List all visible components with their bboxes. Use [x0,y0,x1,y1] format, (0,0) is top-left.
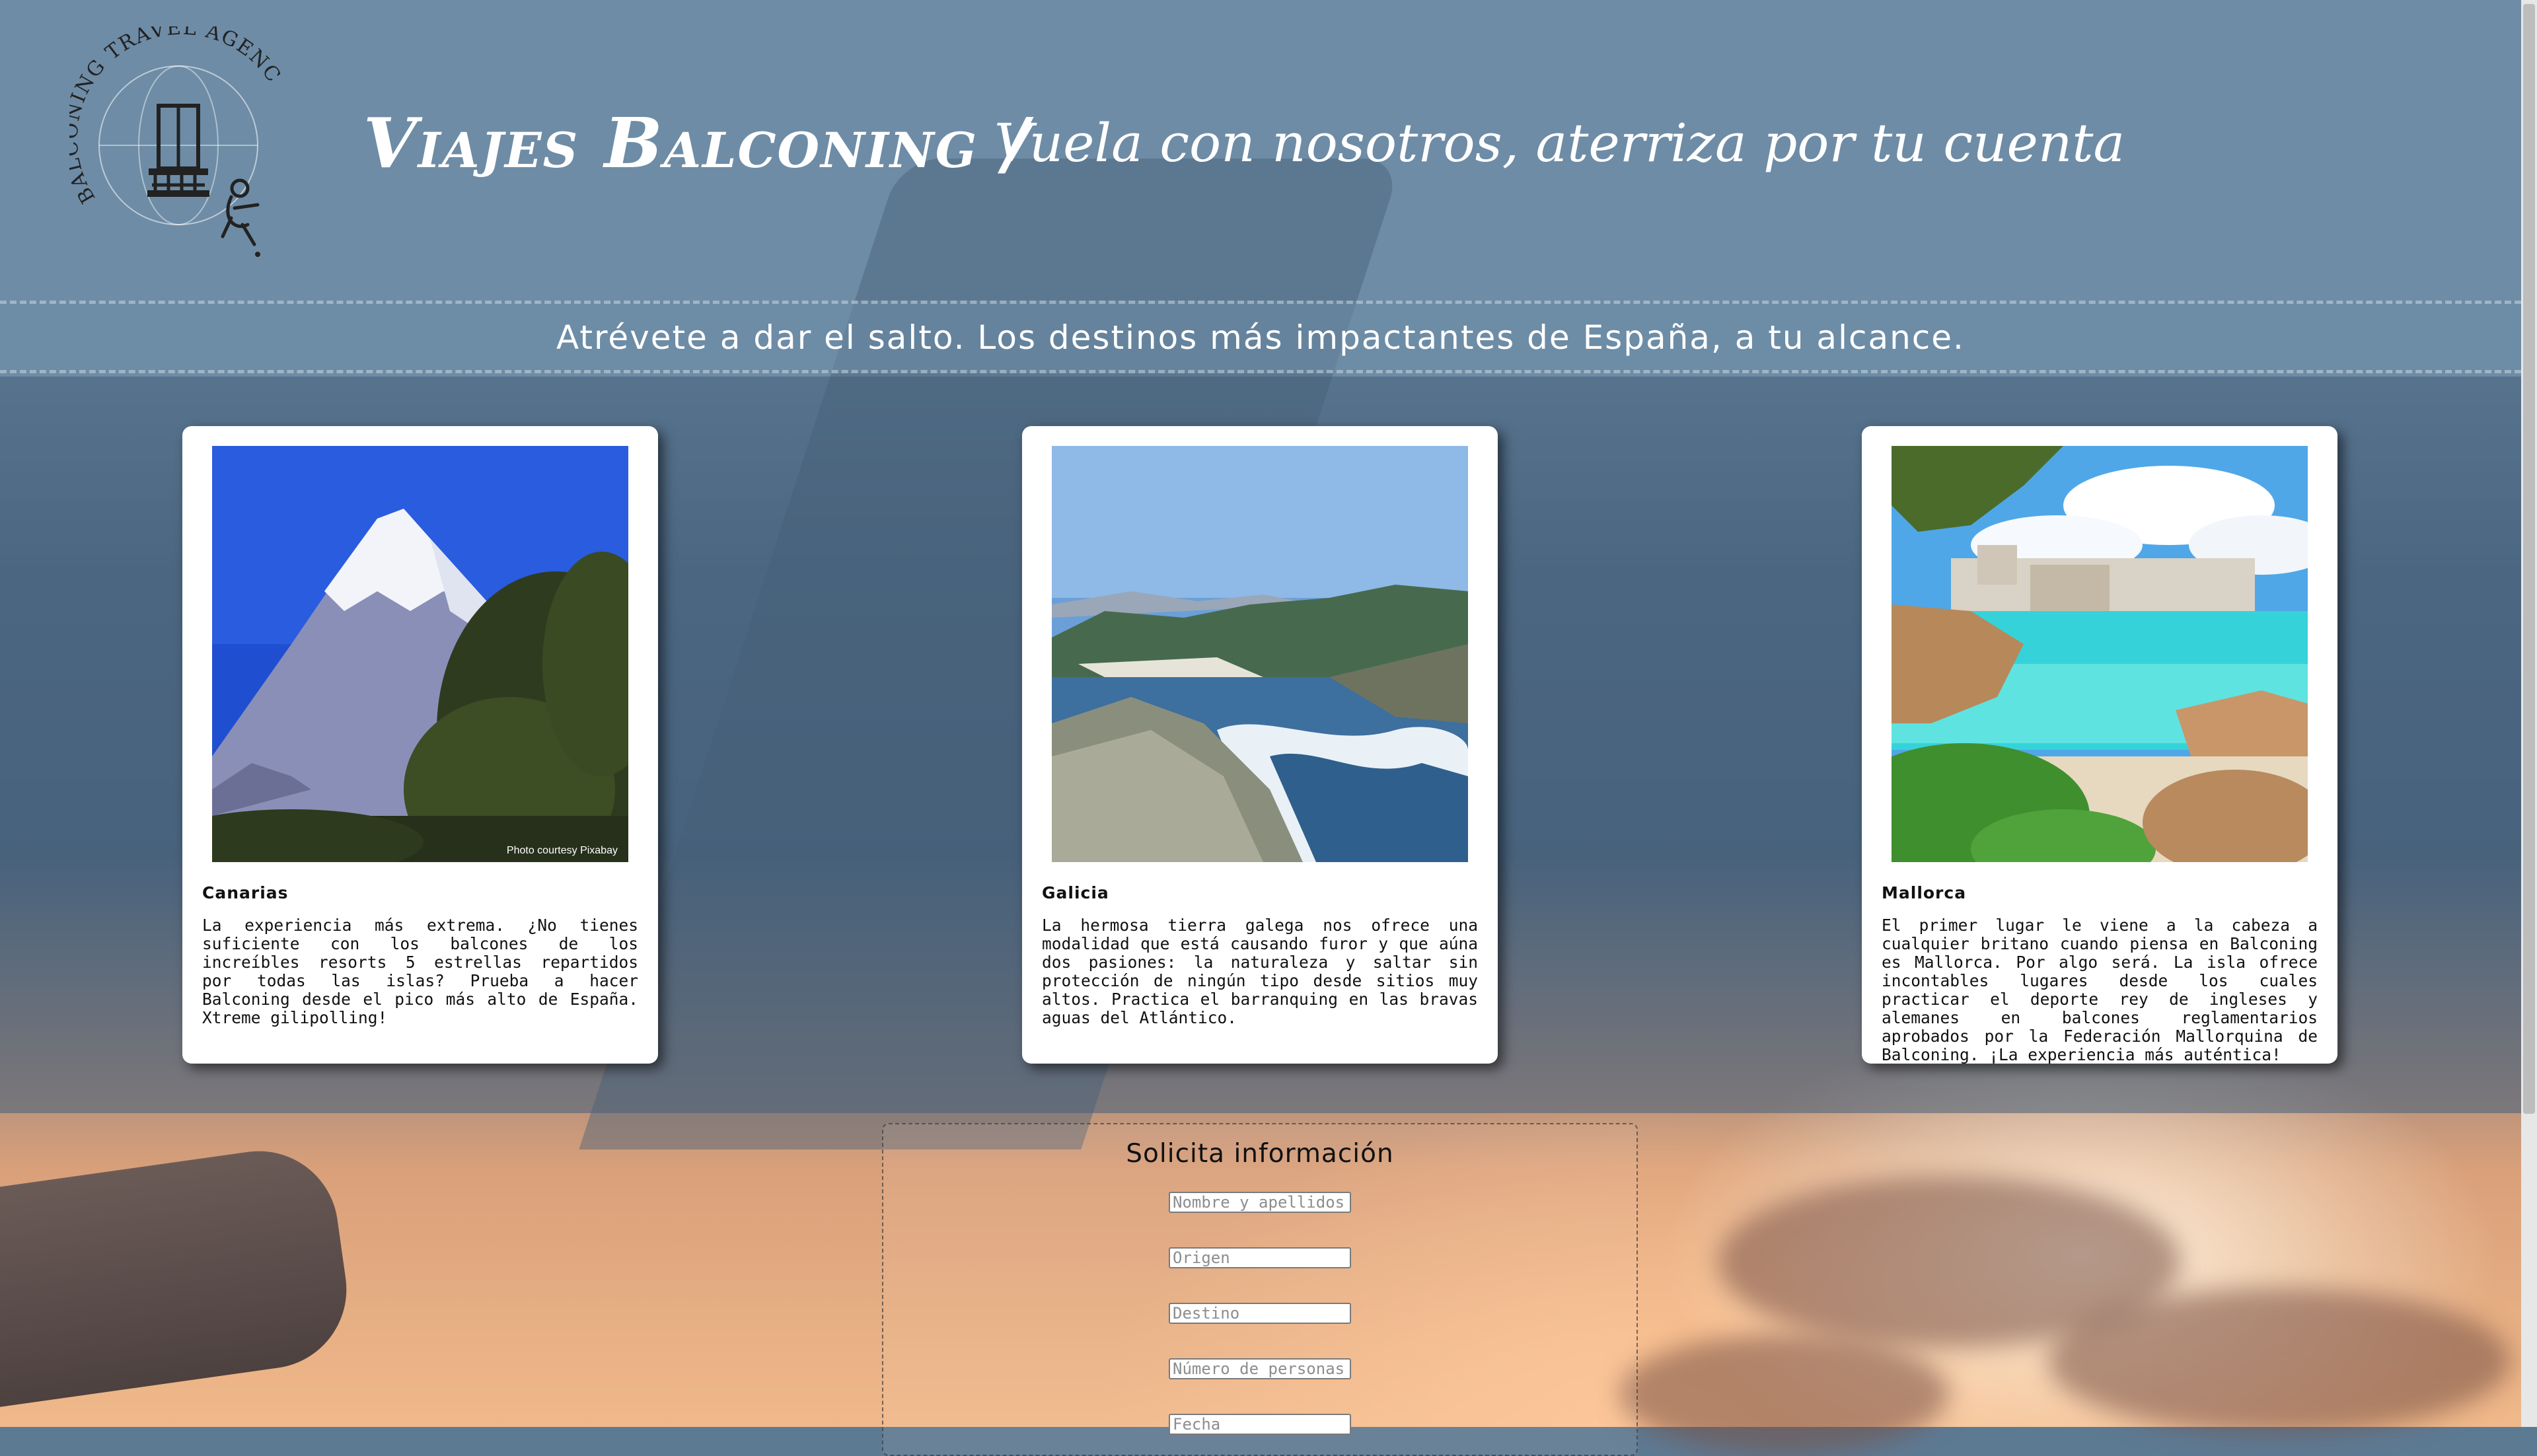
form-title: Solicita información [1126,1139,1394,1169]
vertical-scrollbar[interactable] [2521,0,2537,1427]
tagline-band: Atrévete a dar el salto. Los destinos má… [0,301,2521,373]
canarias-photo: Photo courtesy Pixabay [212,446,628,862]
scrollbar-thumb[interactable] [2523,4,2535,1114]
destination-description: La experiencia más extrema. ¿No tienes s… [202,916,638,1027]
date-input[interactable] [1169,1414,1351,1435]
destination-card-galicia: Galicia La hermosa tierra galega nos ofr… [1022,426,1498,1064]
destination-card-mallorca: Mallorca El primer lugar le viene a la c… [1862,426,2337,1064]
galicia-photo [1052,446,1468,862]
destinations-section: Photo courtesy Pixabay Canarias La exper… [0,377,2521,1113]
destination-card-canarias: Photo courtesy Pixabay Canarias La exper… [182,426,658,1064]
destination-name: Canarias [202,883,289,902]
mallorca-photo [1892,446,2308,862]
site-slogan: Vuela con nosotros, aterriza por tu cuen… [994,112,2125,174]
destination-name: Mallorca [1882,883,1967,902]
site-title: Viajes Balconing / [363,102,1030,184]
site-header: BALCONING TRAVEL AGENCY Viajes Balconing… [0,0,2521,373]
origin-input[interactable] [1169,1247,1351,1268]
info-request-form: Solicita información [882,1123,1638,1456]
destination-description: La hermosa tierra galega nos ofrece una … [1042,916,1478,1027]
tagline: Atrévete a dar el salto. Los destinos má… [556,318,1965,357]
destination-description: El primer lugar le viene a la cabeza a c… [1882,916,2318,1064]
cloud [1619,1334,1949,1453]
destination-name: Galicia [1042,883,1109,902]
photo-credit: Photo courtesy Pixabay [506,845,618,856]
destination-input[interactable] [1169,1303,1351,1324]
cloud [2048,1288,2511,1434]
airplane-wing [0,1141,357,1416]
agency-logo[interactable]: BALCONING TRAVEL AGENCY [59,9,294,264]
people-count-input[interactable] [1169,1358,1351,1379]
name-input[interactable] [1169,1192,1351,1213]
